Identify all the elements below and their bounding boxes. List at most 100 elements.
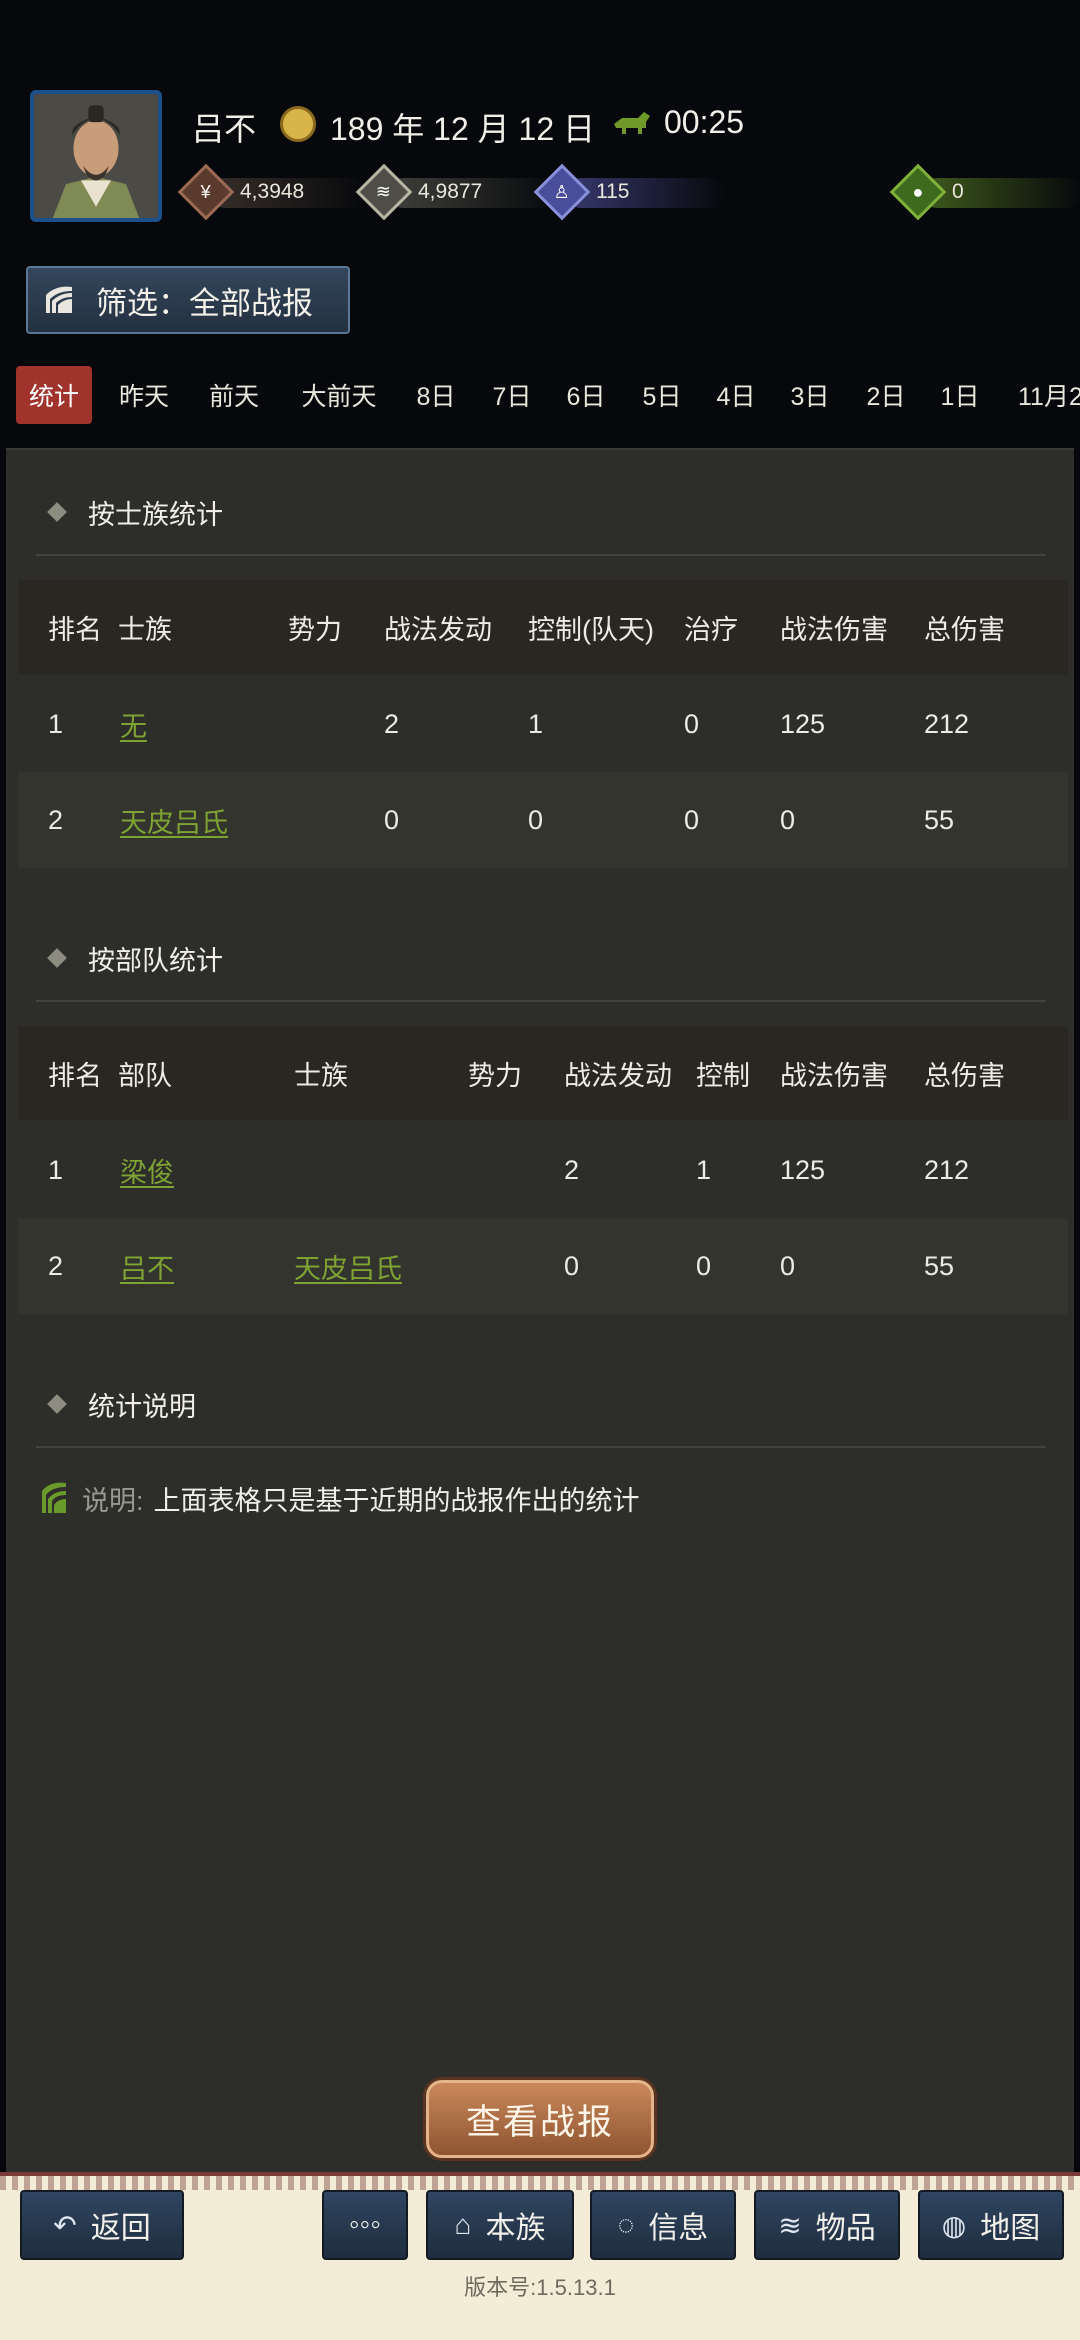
items-label: 物品 [815,2212,876,2245]
iron-value: 4,9877 [418,180,483,203]
diamond-bullet-icon [47,948,67,968]
clan-link[interactable]: 无 [120,676,147,772]
money-bag-icon: ● [889,163,947,221]
column-header: 战法伤害 [780,1060,888,1091]
clan-stats-title: 按士族统计 [88,499,223,530]
skill-triggers-cell: 2 [564,1154,580,1185]
table-row: 1 梁俊 2 1 125 212 [18,1122,1068,1218]
version-label: 版本号:1.5.13.1 [464,2275,616,2300]
tab-day-5[interactable]: 5日 [634,366,690,424]
tab-day-3[interactable]: 3日 [782,366,838,424]
chat-bubble-icon: ◌ [617,2209,635,2240]
border-pattern [0,2176,1080,2190]
clan-stats-heading: 按士族统计 [42,492,223,532]
tab-yesterday[interactable]: 昨天 [108,366,180,424]
date-tabs: 统计 昨天 前天 大前天 8日 7日 6日 5日 4日 3日 2日 1日 11月… [0,366,1080,426]
total-damage-cell: 212 [924,1154,970,1185]
filter-button[interactable]: 筛选：全部战报 [26,266,350,334]
iron-resource[interactable]: ≋ 4,9877 [355,163,558,221]
divider [36,1000,1046,1002]
skill-triggers-cell: 0 [564,1250,580,1281]
view-battle-reports-label: 查看战报 [465,2102,614,2142]
back-arrow-icon: ↶ [53,2209,77,2241]
column-header: 排名 [48,614,102,645]
clan-button[interactable]: ⌂ 本族 [426,2190,574,2260]
column-header: 战法伤害 [780,614,888,645]
total-damage-cell: 55 [924,804,955,835]
tab-day-2[interactable]: 2日 [858,366,914,424]
more-dots-icon: ◦◦◦ [349,2208,381,2241]
column-header: 排名 [48,1060,102,1091]
troop-link[interactable]: 吕不 [120,1218,174,1314]
divider [36,554,1046,556]
diamond-bullet-icon [47,1394,67,1414]
tab-day-before[interactable]: 前天 [198,366,270,424]
total-damage-cell: 55 [924,1250,955,1281]
control-cell: 1 [696,1154,712,1185]
items-pouch-icon: ≋ [778,2209,802,2241]
rank-cell: 2 [48,804,64,835]
column-header: 势力 [468,1060,522,1091]
troop-stats-title: 按部队统计 [88,945,223,976]
diamond-bullet-icon [47,502,67,522]
gold-value: 0 [952,180,964,203]
back-button[interactable]: ↶ 返回 [20,2190,184,2260]
tab-day-7[interactable]: 7日 [484,366,540,424]
control-cell: 1 [528,708,544,739]
rank-cell: 1 [48,1154,64,1185]
map-label: 地图 [980,2212,1041,2245]
copper-resource[interactable]: ¥ 4,3948 [177,163,370,221]
column-header: 控制 [696,1060,750,1091]
copper-coin-icon: ¥ [177,163,235,221]
total-damage-cell: 212 [924,708,970,739]
control-cell: 0 [528,804,544,835]
messages-button[interactable]: ◌ 信息 [590,2190,736,2260]
tab-stats[interactable]: 统计 [16,366,92,424]
skill-triggers-cell: 2 [384,708,400,739]
tab-day-8[interactable]: 8日 [408,366,464,424]
messages-label: 信息 [648,2212,709,2245]
column-header: 势力 [288,614,342,645]
copper-value: 4,3948 [240,180,305,203]
clan-label: 本族 [485,2212,546,2245]
column-header: 治疗 [684,614,738,645]
map-button[interactable]: ◍ 地图 [918,2190,1064,2260]
skill-damage-cell: 0 [780,804,796,835]
items-button[interactable]: ≋ 物品 [754,2190,900,2260]
control-cell: 0 [696,1250,712,1281]
rank-cell: 1 [48,708,64,739]
tab-day-6[interactable]: 6日 [558,366,614,424]
divider [36,1446,1046,1448]
notes-heading: 统计说明 [42,1384,196,1424]
table-row: 2 吕不 天皮吕氏 0 0 0 55 [18,1218,1068,1314]
game-date: 189 年 12 月 12 日 [330,111,596,147]
notes-line: 说明: 上面表格只是基于近期的战报作出的统计 [40,1476,640,1520]
clan-link[interactable]: 天皮吕氏 [120,772,228,868]
skill-triggers-cell: 0 [384,804,400,835]
view-battle-reports-button[interactable]: 查看战报 [426,2080,654,2158]
tab-day-1[interactable]: 1日 [932,366,988,424]
back-label: 返回 [90,2212,151,2245]
iron-icon: ≋ [355,163,413,221]
clan-link[interactable]: 天皮吕氏 [294,1218,402,1314]
scroll-icon [46,286,72,313]
calendar-coin-icon [280,106,316,142]
notes-title: 统计说明 [88,1391,196,1422]
notes-label: 说明: [82,1485,144,1516]
tab-three-days-ago[interactable]: 大前天 [290,366,388,424]
stats-panel: 按士族统计 排名 士族 势力 战法发动 控制(队天) 治疗 战法伤害 总伤害 1… [6,448,1074,2173]
notes-text: 上面表格只是基于近期的战报作出的统计 [153,1485,640,1516]
skill-damage-cell: 0 [780,1250,796,1281]
player-avatar[interactable] [30,90,162,222]
column-header: 战法发动 [564,1060,672,1091]
clan-table-header: 排名 士族 势力 战法发动 控制(队天) 治疗 战法伤害 总伤害 [18,580,1068,674]
gold-resource[interactable]: ● 0 [889,163,1080,221]
column-header: 战法发动 [384,614,492,645]
tab-day-4[interactable]: 4日 [708,366,764,424]
more-button[interactable]: ◦◦◦ [322,2190,408,2260]
troop-resource[interactable]: ♙ 115 [533,163,726,221]
troop-link[interactable]: 梁俊 [120,1122,174,1218]
column-header: 总伤害 [924,1060,1005,1091]
tab-nov[interactable]: 11月2 [1018,366,1080,424]
skill-damage-cell: 125 [780,1154,826,1185]
